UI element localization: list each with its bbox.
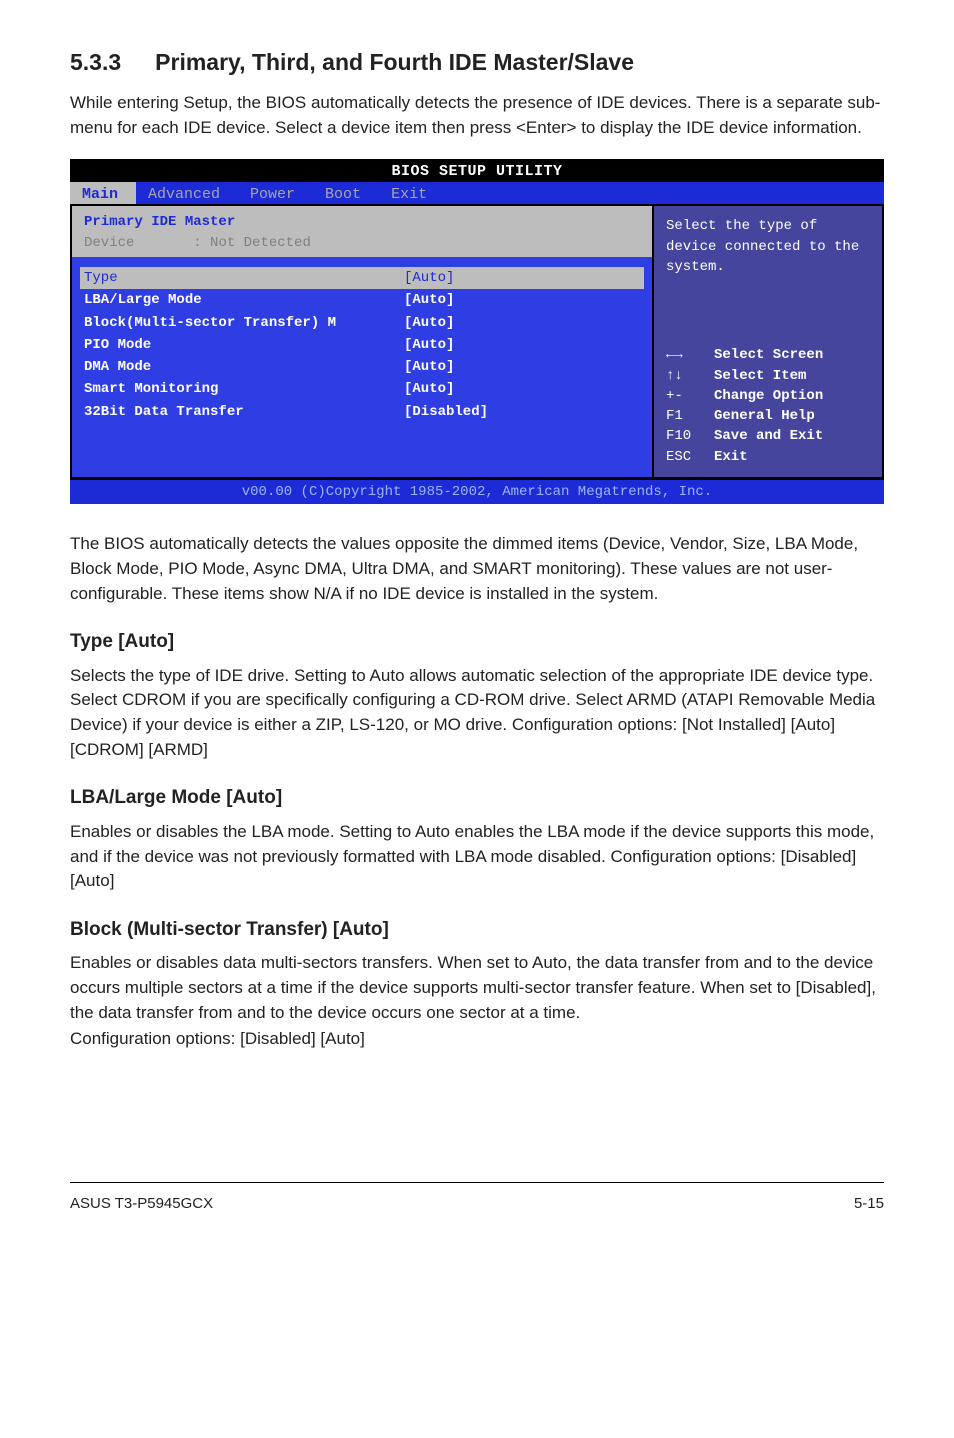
body-type: Selects the type of IDE drive. Setting t… xyxy=(70,664,884,763)
bios-tabs: Main Advanced Power Boot Exit xyxy=(70,182,884,204)
footer-right: 5-15 xyxy=(854,1193,884,1215)
row-type-value: [Auto] xyxy=(404,268,640,288)
key-f10: F10 xyxy=(666,426,714,446)
key-ud-desc: Select Item xyxy=(714,366,870,386)
tab-power[interactable]: Power xyxy=(238,182,313,204)
section-heading: 5.3.3 Primary, Third, and Fourth IDE Mas… xyxy=(70,46,884,79)
key-f1: F1 xyxy=(666,406,714,426)
footer-left: ASUS T3-P5945GCX xyxy=(70,1193,213,1215)
row-type[interactable]: Type [Auto] xyxy=(80,267,644,289)
section-number: 5.3.3 xyxy=(70,46,121,79)
heading-type: Type [Auto] xyxy=(70,628,884,656)
body-block: Enables or disables data multi-sectors t… xyxy=(70,951,884,1025)
row-smart-value: [Auto] xyxy=(404,379,640,399)
intro-paragraph: While entering Setup, the BIOS automatic… xyxy=(70,91,884,140)
row-pio-label: PIO Mode xyxy=(84,335,404,355)
bios-help-text: Select the type of device connected to t… xyxy=(666,216,870,277)
bios-title: BIOS SETUP UTILITY xyxy=(70,159,884,183)
key-lr-desc: Select Screen xyxy=(714,345,870,365)
row-pio-value: [Auto] xyxy=(404,335,640,355)
bios-footer: v00.00 (C)Copyright 1985-2002, American … xyxy=(70,479,884,504)
bios-window: BIOS SETUP UTILITY Main Advanced Power B… xyxy=(70,159,884,505)
row-smart-label: Smart Monitoring xyxy=(84,379,404,399)
row-dma[interactable]: DMA Mode [Auto] xyxy=(84,356,640,378)
row-dma-label: DMA Mode xyxy=(84,357,404,377)
key-ud: ↑↓ xyxy=(666,366,714,386)
key-esc: ESC xyxy=(666,447,714,467)
bios-subheader-device: Device : Not Detected xyxy=(84,233,640,253)
device-value: : Not Detected xyxy=(193,235,311,251)
bios-subheader-title: Primary IDE Master xyxy=(84,212,640,232)
row-xfer-value: [Disabled] xyxy=(404,402,640,422)
key-lr: ←→ xyxy=(666,345,714,365)
after-bios-paragraph: The BIOS automatically detects the value… xyxy=(70,532,884,606)
key-pm-desc: Change Option xyxy=(714,386,870,406)
row-block[interactable]: Block(Multi-sector Transfer) M [Auto] xyxy=(84,312,640,334)
row-dma-value: [Auto] xyxy=(404,357,640,377)
row-lba[interactable]: LBA/Large Mode [Auto] xyxy=(84,289,640,311)
key-esc-desc: Exit xyxy=(714,447,870,467)
bios-left-pane: Primary IDE Master Device : Not Detected… xyxy=(72,206,652,477)
tab-boot[interactable]: Boot xyxy=(313,182,379,204)
row-xfer-label: 32Bit Data Transfer xyxy=(84,402,404,422)
section-title: Primary, Third, and Fourth IDE Master/Sl… xyxy=(155,46,634,79)
row-block-value: [Auto] xyxy=(404,313,640,333)
body-block2: Configuration options: [Disabled] [Auto] xyxy=(70,1027,884,1052)
key-pm: +- xyxy=(666,386,714,406)
tab-advanced[interactable]: Advanced xyxy=(136,182,238,204)
row-block-label: Block(Multi-sector Transfer) M xyxy=(84,313,404,333)
bios-subheader: Primary IDE Master Device : Not Detected xyxy=(72,206,652,257)
heading-lba: LBA/Large Mode [Auto] xyxy=(70,784,884,812)
row-type-label: Type xyxy=(84,268,404,288)
tab-exit[interactable]: Exit xyxy=(379,182,445,204)
body-lba: Enables or disables the LBA mode. Settin… xyxy=(70,820,884,894)
bios-help-keys: ←→Select Screen ↑↓Select Item +-Change O… xyxy=(666,345,870,467)
heading-block: Block (Multi-sector Transfer) [Auto] xyxy=(70,916,884,944)
bios-right-pane: Select the type of device connected to t… xyxy=(652,206,882,477)
row-lba-label: LBA/Large Mode xyxy=(84,290,404,310)
bios-body: Primary IDE Master Device : Not Detected… xyxy=(70,204,884,479)
row-xfer[interactable]: 32Bit Data Transfer [Disabled] xyxy=(84,401,640,423)
page-footer: ASUS T3-P5945GCX 5-15 xyxy=(70,1182,884,1215)
device-label: Device xyxy=(84,235,134,251)
row-lba-value: [Auto] xyxy=(404,290,640,310)
key-f10-desc: Save and Exit xyxy=(714,426,870,446)
tab-main[interactable]: Main xyxy=(70,182,136,204)
key-f1-desc: General Help xyxy=(714,406,870,426)
row-pio[interactable]: PIO Mode [Auto] xyxy=(84,334,640,356)
row-smart[interactable]: Smart Monitoring [Auto] xyxy=(84,378,640,400)
